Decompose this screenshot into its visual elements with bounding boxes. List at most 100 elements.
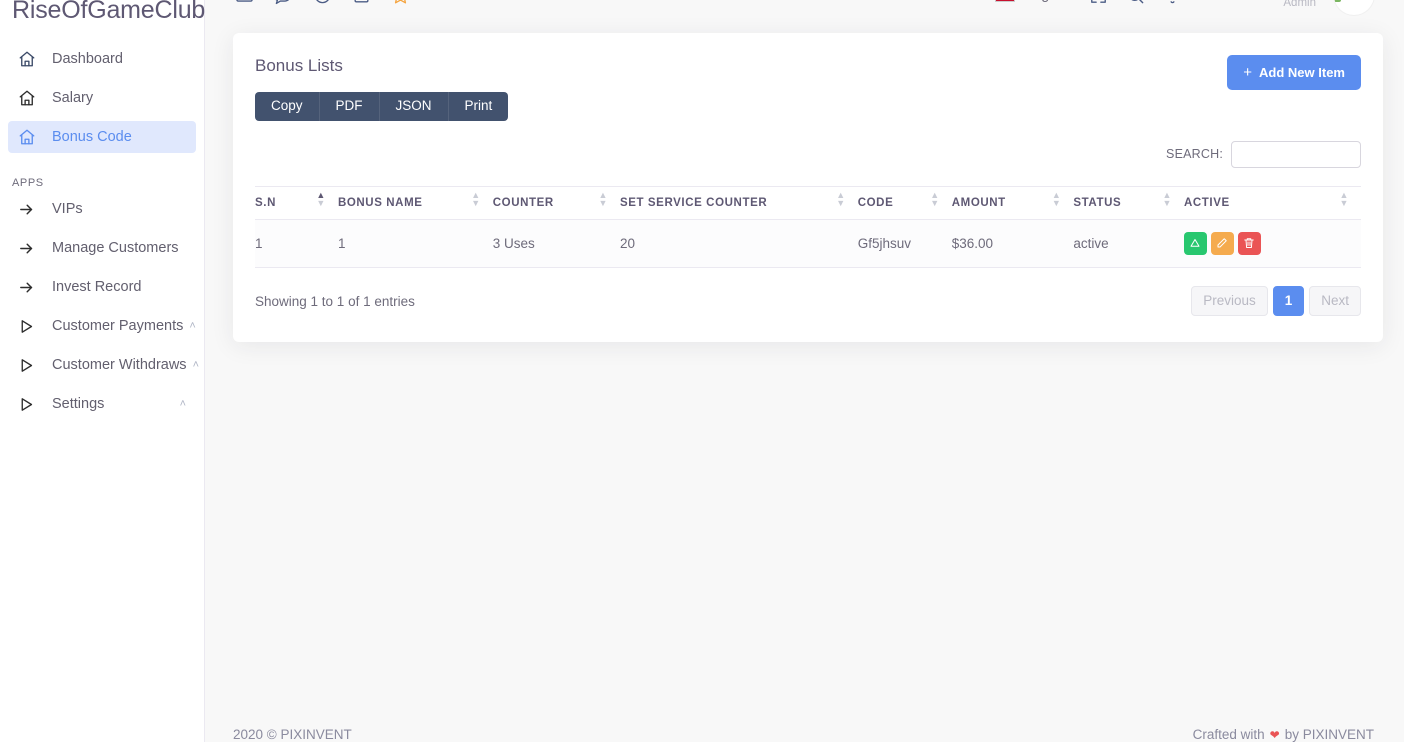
table-row[interactable]: 1 1 3 Uses 20 Gf5jhsuv $36.00 active — [255, 219, 1361, 268]
card-header: Bonus Lists Copy PDF JSON Print + Add Ne… — [255, 51, 1361, 121]
column-header-set-service-counter[interactable]: SET SERVICE COUNTER ▲ ▼ — [619, 185, 858, 220]
user-menu[interactable]: admin@demo.com Admin — [1200, 0, 1316, 10]
export-button-group: Copy PDF JSON Print — [255, 92, 509, 121]
user-role: Admin — [1283, 0, 1316, 9]
sidebar-item-settings[interactable]: Settings ˄ — [8, 388, 196, 420]
chevron-up-icon: ˄ — [179, 398, 186, 410]
page-footer: 2020 © PIXINVENT Crafted with ❤ by PIXIN… — [205, 714, 1404, 742]
table-header: S.N ▲ ▼ BONUS NAME ▲ ▼ COUNTER ▲ ▼ SET SERV… — [255, 185, 1361, 220]
top-navbar: English 5 admin@demo.com Admin avatar — [205, 0, 1404, 26]
cell-status: active — [1073, 219, 1184, 268]
sidebar-nav-main: Dashboard Salary Bonus Code APPS VIPs Ma… — [0, 43, 204, 420]
delete-icon[interactable] — [1237, 231, 1261, 255]
column-header-code[interactable]: CODE ▲ ▼ — [857, 185, 952, 220]
us-flag-icon — [995, 0, 1016, 2]
column-label: STATUS — [1073, 196, 1122, 209]
arrow-right-icon — [18, 238, 40, 258]
column-header-active[interactable]: ACTIVE ▲ ▼ — [1183, 185, 1361, 220]
sidebar-item-label: Customer Payments — [52, 318, 184, 334]
sidebar: RiseOfGameClub Dashboard Salary Bonus Co… — [0, 0, 205, 742]
sidebar-item-label: Dashboard — [52, 51, 123, 67]
sidebar-item-label: VIPs — [52, 201, 83, 217]
sort-indicator-icon[interactable]: ▲ ▼ — [930, 190, 940, 211]
sort-indicator-icon[interactable]: ▲ ▼ — [316, 190, 326, 211]
mail-icon[interactable] — [235, 0, 254, 5]
column-header-bonus-name[interactable]: BONUS NAME ▲ ▼ — [337, 185, 493, 220]
json-button[interactable]: JSON — [379, 92, 449, 121]
triangle-right-icon — [18, 394, 40, 414]
showing-entries-text: Showing 1 to 1 of 1 entries — [255, 293, 415, 309]
column-label: S.N — [255, 196, 276, 209]
print-button[interactable]: Print — [448, 92, 509, 121]
chevron-up-icon: ˄ — [189, 320, 196, 332]
footer-copyright: 2020 © PIXINVENT — [233, 727, 352, 742]
fullscreen-icon[interactable] — [1089, 0, 1108, 5]
sidebar-item-dashboard[interactable]: Dashboard — [8, 43, 196, 75]
triangle-right-icon — [18, 355, 40, 375]
brand-title: RiseOfGameClub — [12, 0, 206, 24]
sort-indicator-icon[interactable]: ▲ ▼ — [1339, 190, 1349, 211]
broken-image-icon — [1334, 0, 1342, 2]
row-action-group — [1183, 231, 1361, 255]
column-label: COUNTER — [492, 196, 554, 209]
check-circle-icon[interactable] — [313, 0, 332, 5]
sidebar-item-manage-customers[interactable]: Manage Customers — [8, 232, 196, 264]
copy-button[interactable]: Copy — [255, 92, 320, 121]
cell-set-service-counter: 20 — [619, 219, 858, 268]
star-icon[interactable] — [391, 0, 410, 5]
sort-indicator-icon[interactable]: ▲ ▼ — [1162, 190, 1172, 211]
sidebar-item-salary[interactable]: Salary — [8, 82, 196, 114]
home-icon — [18, 88, 40, 108]
add-new-item-button[interactable]: + Add New Item — [1227, 55, 1361, 90]
avatar[interactable]: avatar — [1334, 0, 1374, 15]
sort-indicator-icon[interactable]: ▲ ▼ — [1052, 190, 1062, 211]
edit-icon[interactable] — [1210, 231, 1234, 255]
bell-icon[interactable]: 5 — [1163, 0, 1182, 5]
square-icon[interactable] — [352, 0, 371, 5]
footer-crafted-prefix: Crafted with — [1192, 727, 1265, 742]
sidebar-item-label: Settings — [52, 396, 105, 412]
column-header-counter[interactable]: COUNTER ▲ ▼ — [492, 185, 620, 220]
search-label: SEARCH: — [1166, 147, 1223, 162]
sidebar-item-vips[interactable]: VIPs — [8, 193, 196, 225]
sidebar-item-label: Salary — [52, 90, 94, 106]
sidebar-item-label: Manage Customers — [52, 240, 179, 256]
pagination-previous-button[interactable]: Previous — [1191, 285, 1268, 317]
bonus-lists-card: Bonus Lists Copy PDF JSON Print + Add Ne… — [233, 33, 1383, 343]
sidebar-item-label: Customer Withdraws — [52, 357, 187, 373]
language-label: English — [1023, 0, 1071, 3]
sort-indicator-icon[interactable]: ▲ ▼ — [471, 190, 481, 211]
language-selector[interactable]: English — [995, 0, 1071, 3]
pdf-button[interactable]: PDF — [319, 92, 380, 121]
pagination: Previous 1 Next — [1191, 285, 1361, 317]
sort-indicator-icon[interactable]: ▲ ▼ — [598, 190, 608, 211]
sort-indicator-icon[interactable]: ▲ ▼ — [836, 190, 846, 211]
arrow-right-icon — [18, 277, 40, 297]
sidebar-item-customer-payments[interactable]: Customer Payments ˄ — [8, 310, 196, 342]
sidebar-item-customer-withdraws[interactable]: Customer Withdraws ˄ — [8, 349, 199, 381]
sidebar-item-label: Invest Record — [52, 279, 142, 295]
search-icon[interactable] — [1126, 0, 1145, 5]
cell-sn: 1 — [255, 219, 338, 268]
sidebar-item-bonus-code[interactable]: Bonus Code — [8, 121, 196, 153]
search-input[interactable] — [1231, 140, 1361, 168]
cell-bonus-name: 1 — [337, 219, 493, 268]
chevron-up-icon: ˄ — [192, 359, 199, 371]
cell-actions — [1183, 219, 1361, 268]
triangle-right-icon — [18, 316, 40, 336]
promote-icon[interactable] — [1183, 231, 1207, 255]
chat-icon[interactable] — [274, 0, 293, 5]
table-search-row: SEARCH: — [255, 140, 1361, 168]
column-label: CODE — [857, 196, 894, 209]
column-label: SET SERVICE COUNTER — [619, 196, 768, 209]
pagination-next-button[interactable]: Next — [1309, 285, 1361, 317]
table-body: 1 1 3 Uses 20 Gf5jhsuv $36.00 active — [255, 219, 1361, 268]
column-header-sn[interactable]: S.N ▲ ▼ — [255, 185, 338, 220]
pagination-page-1-button[interactable]: 1 — [1272, 285, 1305, 317]
table-footer: Showing 1 to 1 of 1 entries Previous 1 N… — [255, 285, 1361, 317]
column-header-status[interactable]: STATUS ▲ ▼ — [1073, 185, 1184, 220]
add-new-item-label: Add New Item — [1259, 65, 1345, 80]
column-header-amount[interactable]: AMOUNT ▲ ▼ — [951, 185, 1074, 220]
sidebar-item-label: Bonus Code — [52, 129, 132, 145]
sidebar-item-invest-record[interactable]: Invest Record — [8, 271, 196, 303]
